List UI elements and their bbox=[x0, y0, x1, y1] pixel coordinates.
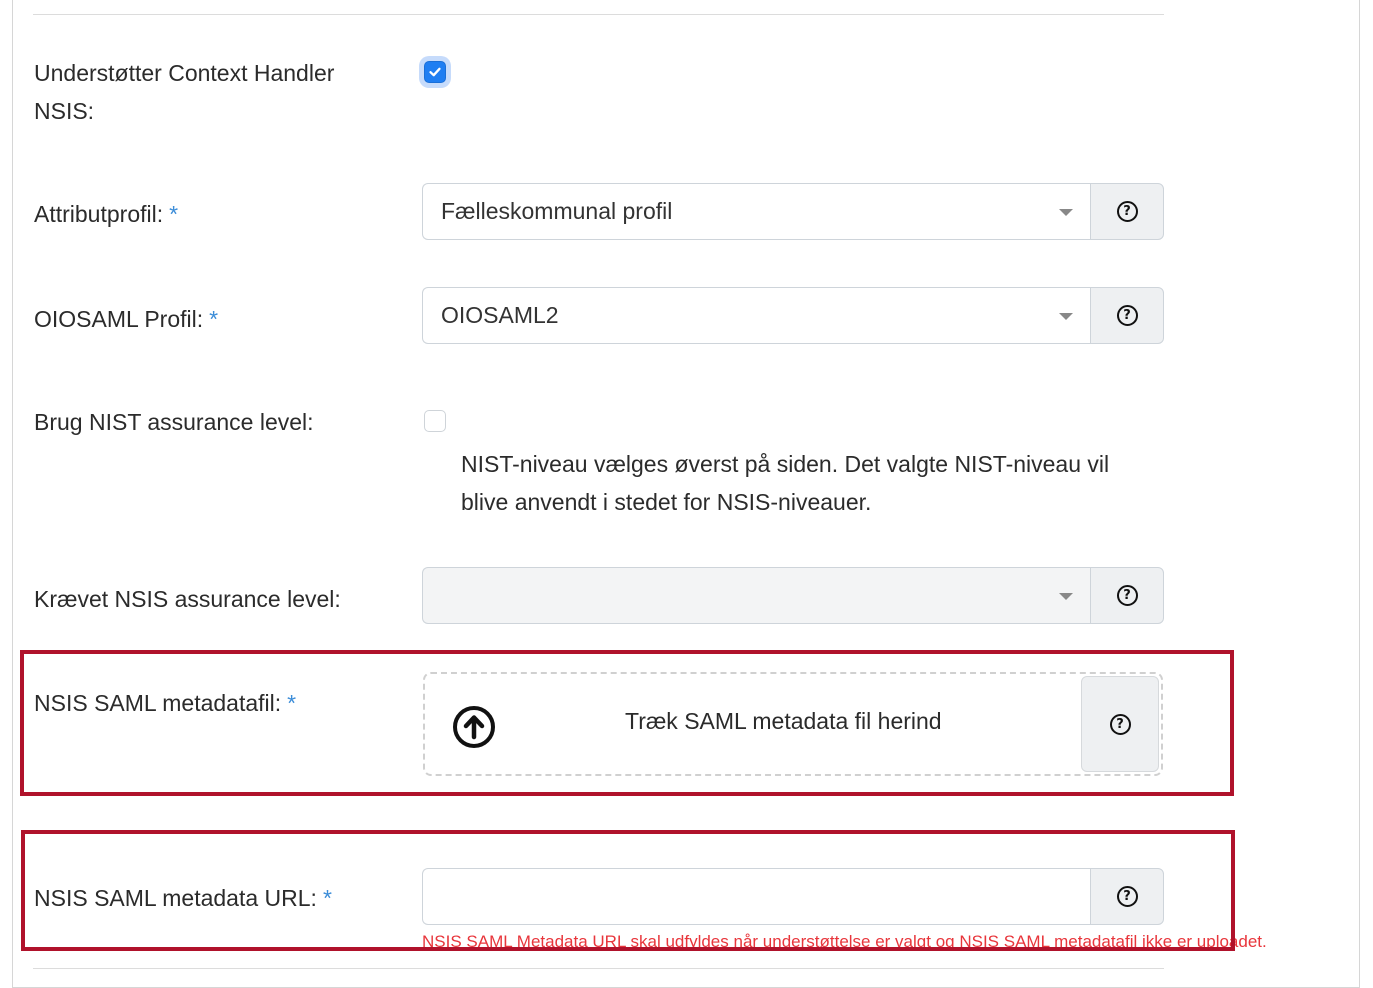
context-handler-checkbox[interactable] bbox=[424, 61, 446, 83]
nist-label: Brug NIST assurance level: bbox=[34, 409, 314, 435]
upload-circle-icon bbox=[453, 706, 495, 748]
nsis-level-label: Krævet NSIS assurance level: bbox=[34, 586, 341, 612]
question-circle-icon: ? bbox=[1116, 305, 1138, 326]
metadata-file-dropzone[interactable]: Træk SAML metadata fil herind ? bbox=[423, 672, 1163, 776]
attribute-profile-label: Attributprofil: * bbox=[34, 201, 179, 227]
metadata-file-label: NSIS SAML metadatafil: * bbox=[34, 690, 297, 716]
required-asterisk: * bbox=[209, 306, 219, 332]
attribute-profile-selected: Fælleskommunal profil bbox=[441, 198, 673, 224]
required-asterisk: * bbox=[287, 690, 297, 716]
metadata-url-label: NSIS SAML metadata URL: * bbox=[34, 885, 332, 911]
question-circle-icon: ? bbox=[1116, 585, 1138, 606]
oiosaml-profile-selected: OIOSAML2 bbox=[441, 302, 559, 328]
context-handler-label: Understøtter Context Handler NSIS: bbox=[34, 60, 335, 124]
attribute-profile-select[interactable]: Fælleskommunal profil bbox=[422, 183, 1091, 240]
required-asterisk: * bbox=[322, 885, 332, 911]
question-circle-icon: ? bbox=[1116, 201, 1138, 222]
metadata-url-input[interactable] bbox=[422, 868, 1091, 925]
question-circle-icon: ? bbox=[1116, 886, 1138, 907]
checkmark-icon bbox=[429, 67, 441, 77]
chevron-down-icon bbox=[1059, 208, 1073, 216]
bottom-divider bbox=[33, 968, 1164, 969]
chevron-down-icon bbox=[1059, 592, 1073, 600]
oiosaml-profile-label: OIOSAML Profil: * bbox=[34, 306, 219, 332]
nist-checkbox[interactable] bbox=[424, 410, 446, 432]
metadata-file-help-button[interactable]: ? bbox=[1081, 676, 1159, 772]
metadata-url-error: NSIS SAML Metadata URL skal udfyldes når… bbox=[422, 932, 1267, 951]
oiosaml-profile-select[interactable]: OIOSAML2 bbox=[422, 287, 1091, 344]
attribute-profile-help-button[interactable]: ? bbox=[1090, 183, 1164, 240]
nist-description: NIST-niveau vælges øverst på siden. Det … bbox=[461, 451, 1110, 515]
top-divider bbox=[33, 14, 1164, 15]
question-circle-icon: ? bbox=[1109, 713, 1131, 735]
oiosaml-profile-help-button[interactable]: ? bbox=[1090, 287, 1164, 344]
chevron-down-icon bbox=[1059, 312, 1073, 320]
nsis-level-select[interactable] bbox=[422, 567, 1091, 624]
nsis-level-help-button[interactable]: ? bbox=[1090, 567, 1164, 624]
required-asterisk: * bbox=[169, 201, 179, 227]
metadata-url-help-button[interactable]: ? bbox=[1090, 868, 1164, 925]
dropzone-text: Træk SAML metadata fil herind bbox=[625, 708, 942, 734]
